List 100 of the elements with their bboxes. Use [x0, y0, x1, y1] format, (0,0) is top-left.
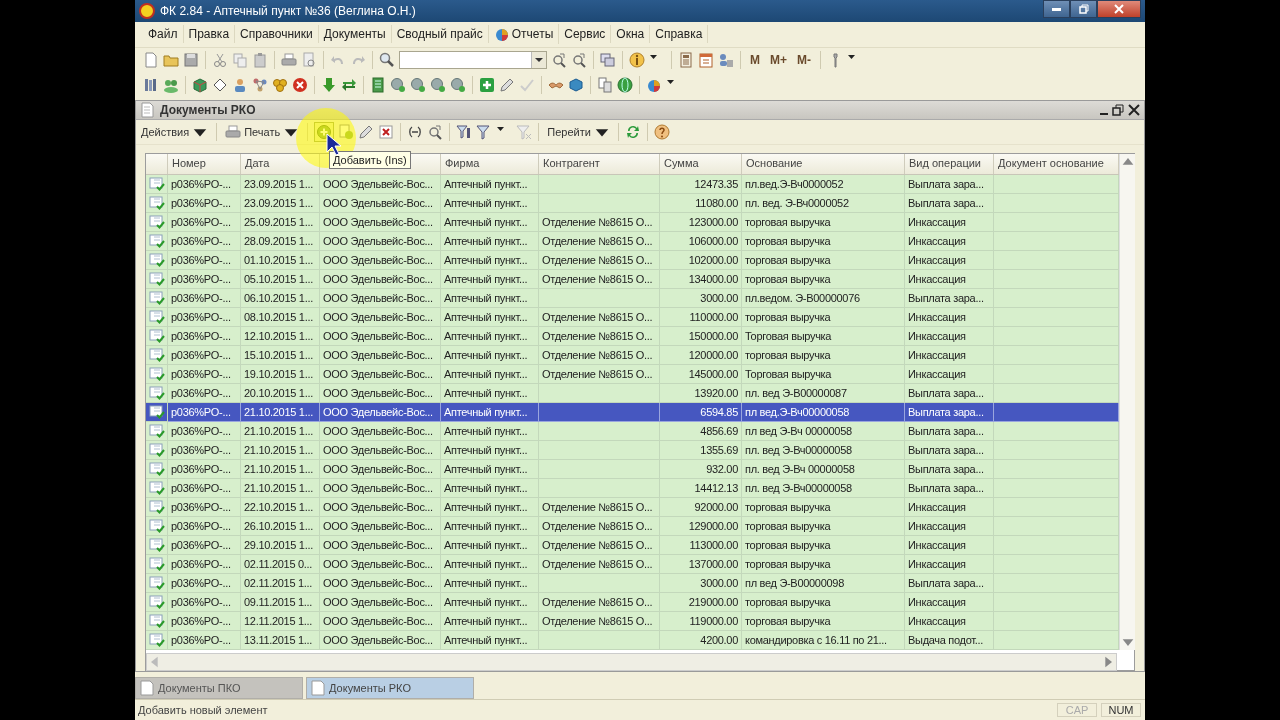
menu-item[interactable]: Сервис: [559, 25, 612, 44]
table-cell: Отделение №8615 О...: [539, 535, 660, 555]
column-header[interactable]: Основание: [742, 153, 905, 174]
table-cell: 150000.00: [660, 326, 742, 346]
table-cell: Выплата зара...: [905, 421, 994, 441]
table-cell: Выплата зара...: [905, 288, 994, 308]
table-cell: Выплата зара...: [905, 478, 994, 498]
table-cell: ООО Эдельвейс-Вос...: [320, 383, 441, 403]
menu-item[interactable]: Справочники: [235, 25, 319, 44]
table-cell: Инкассация: [905, 516, 994, 536]
table-cell: Отделение №8615 О...: [539, 345, 660, 365]
table-cell: Выдача подот...: [905, 630, 994, 650]
menu-item[interactable]: Файл: [143, 25, 184, 44]
table-cell: торговая выручка: [742, 592, 905, 612]
window-tab[interactable]: Документы РКО: [306, 677, 474, 700]
column-header[interactable]: Вид операции: [905, 153, 994, 174]
menu-item[interactable]: Окна: [611, 25, 651, 44]
table-cell: Отделение №8615 О...: [539, 516, 660, 536]
table-cell: 113000.00: [660, 535, 742, 555]
table-cell: ООО Эдельвейс-Вос...: [320, 497, 441, 517]
table-cell: ООО Эдельвейс-Вос...: [320, 516, 441, 536]
menu-item[interactable]: Правка: [183, 25, 236, 44]
actions-menu-button[interactable]: Действия: [139, 122, 211, 141]
table-cell: 6594.85: [660, 402, 742, 422]
column-header[interactable]: Сумма: [660, 153, 742, 174]
table-cell: пл. вед Э-Вч00000058: [742, 440, 905, 460]
table-cell: Выплата зара...: [905, 459, 994, 479]
table-cell: 21.10.2015 1...: [241, 478, 320, 498]
table-cell: 21.10.2015 1...: [241, 440, 320, 460]
table-cell: Отделение №8615 О...: [539, 231, 660, 251]
table-cell: 11080.00: [660, 193, 742, 213]
table-cell: 02.11.2015 1...: [241, 573, 320, 593]
column-header[interactable]: Дата: [241, 153, 320, 174]
table-cell: Инкассация: [905, 535, 994, 555]
table-cell: Торговая выручка: [742, 326, 905, 346]
table-cell: ООО Эдельвейс-Вос...: [320, 364, 441, 384]
menu-item[interactable]: Документы: [318, 25, 392, 44]
table-cell: Инкассация: [905, 326, 994, 346]
table-cell: Отделение №8615 О...: [539, 592, 660, 612]
go-to-menu-button[interactable]: Перейти: [545, 122, 612, 141]
table-cell: пл.вед.Э-Вч0000052: [742, 174, 905, 194]
table-cell: ООО Эдельвейс-Вос...: [320, 573, 441, 593]
menu-item[interactable]: Отчеты: [488, 24, 560, 45]
window-tab[interactable]: Документы ПКО: [135, 677, 303, 700]
table-cell: торговая выручка: [742, 250, 905, 270]
table-cell: торговая выручка: [742, 611, 905, 631]
table-cell: Отделение №8615 О...: [539, 326, 660, 346]
table-cell: 3000.00: [660, 288, 742, 308]
table-cell: Аптечный пункт...: [441, 592, 539, 612]
table-cell: 19.10.2015 1...: [241, 364, 320, 384]
table-cell: торговая выручка: [742, 516, 905, 536]
table-cell: Инкассация: [905, 554, 994, 574]
table-cell: 106000.00: [660, 231, 742, 251]
table-cell: 02.11.2015 0...: [241, 554, 320, 574]
table-cell: торговая выручка: [742, 345, 905, 365]
table-cell: p036%PO-...: [168, 478, 241, 498]
column-header[interactable]: Фирма: [441, 153, 539, 174]
table-cell: Аптечный пункт...: [441, 402, 539, 422]
table-cell: 09.11.2015 1...: [241, 592, 320, 612]
table-cell: ООО Эдельвейс-Вос...: [320, 440, 441, 460]
table-cell: Инкассация: [905, 269, 994, 289]
column-header[interactable]: Номер: [168, 153, 241, 174]
table-cell: Аптечный пункт...: [441, 459, 539, 479]
table-cell: пл.ведом. Э-В00000076: [742, 288, 905, 308]
table-cell: p036%PO-...: [168, 193, 241, 213]
table-cell: 05.10.2015 1...: [241, 269, 320, 289]
table-cell: Отделение №8615 О...: [539, 212, 660, 232]
table-cell: торговая выручка: [742, 497, 905, 517]
table-cell: пл вед Э-Вч 00000058: [742, 421, 905, 441]
column-header[interactable]: Контрагент: [539, 153, 660, 174]
table-cell: p036%PO-...: [168, 212, 241, 232]
table-cell: ООО Эдельвейс-Вос...: [320, 630, 441, 650]
memory-button[interactable]: M-: [794, 53, 814, 68]
memory-button[interactable]: M: [747, 53, 763, 68]
table-cell: Отделение №8615 О...: [539, 364, 660, 384]
table-cell: Аптечный пункт...: [441, 345, 539, 365]
menu-item[interactable]: Справка: [650, 25, 709, 44]
table-cell: пл. вед Э-Вч00000058: [742, 478, 905, 498]
memory-button[interactable]: M+: [767, 53, 790, 68]
table-cell: Отделение №8615 О...: [539, 554, 660, 574]
key-indicator: NUM: [1101, 703, 1141, 718]
table-cell: p036%PO-...: [168, 345, 241, 365]
table-cell: 119000.00: [660, 611, 742, 631]
table-cell: торговая выручка: [742, 554, 905, 574]
table-cell: ООО Эдельвейс-Вос...: [320, 307, 441, 327]
menu-item[interactable]: Сводный прайс: [391, 25, 489, 44]
table-cell: Аптечный пункт...: [441, 611, 539, 631]
table-cell: пл. вед Э-Вч 00000058: [742, 459, 905, 479]
table-cell: 219000.00: [660, 592, 742, 612]
table-cell: Аптечный пункт...: [441, 174, 539, 194]
document-title: Документы РКО: [160, 102, 257, 117]
table-cell: 25.09.2015 1...: [241, 212, 320, 232]
table-cell: p036%PO-...: [168, 630, 241, 650]
table-cell: Отделение №8615 О...: [539, 497, 660, 517]
table-cell: 137000.00: [660, 554, 742, 574]
print-menu-button[interactable]: Печать: [223, 122, 302, 141]
table-cell: торговая выручка: [742, 535, 905, 555]
table-cell: Аптечный пункт...: [441, 554, 539, 574]
table-cell: Аптечный пункт...: [441, 326, 539, 346]
table-cell: 110000.00: [660, 307, 742, 327]
